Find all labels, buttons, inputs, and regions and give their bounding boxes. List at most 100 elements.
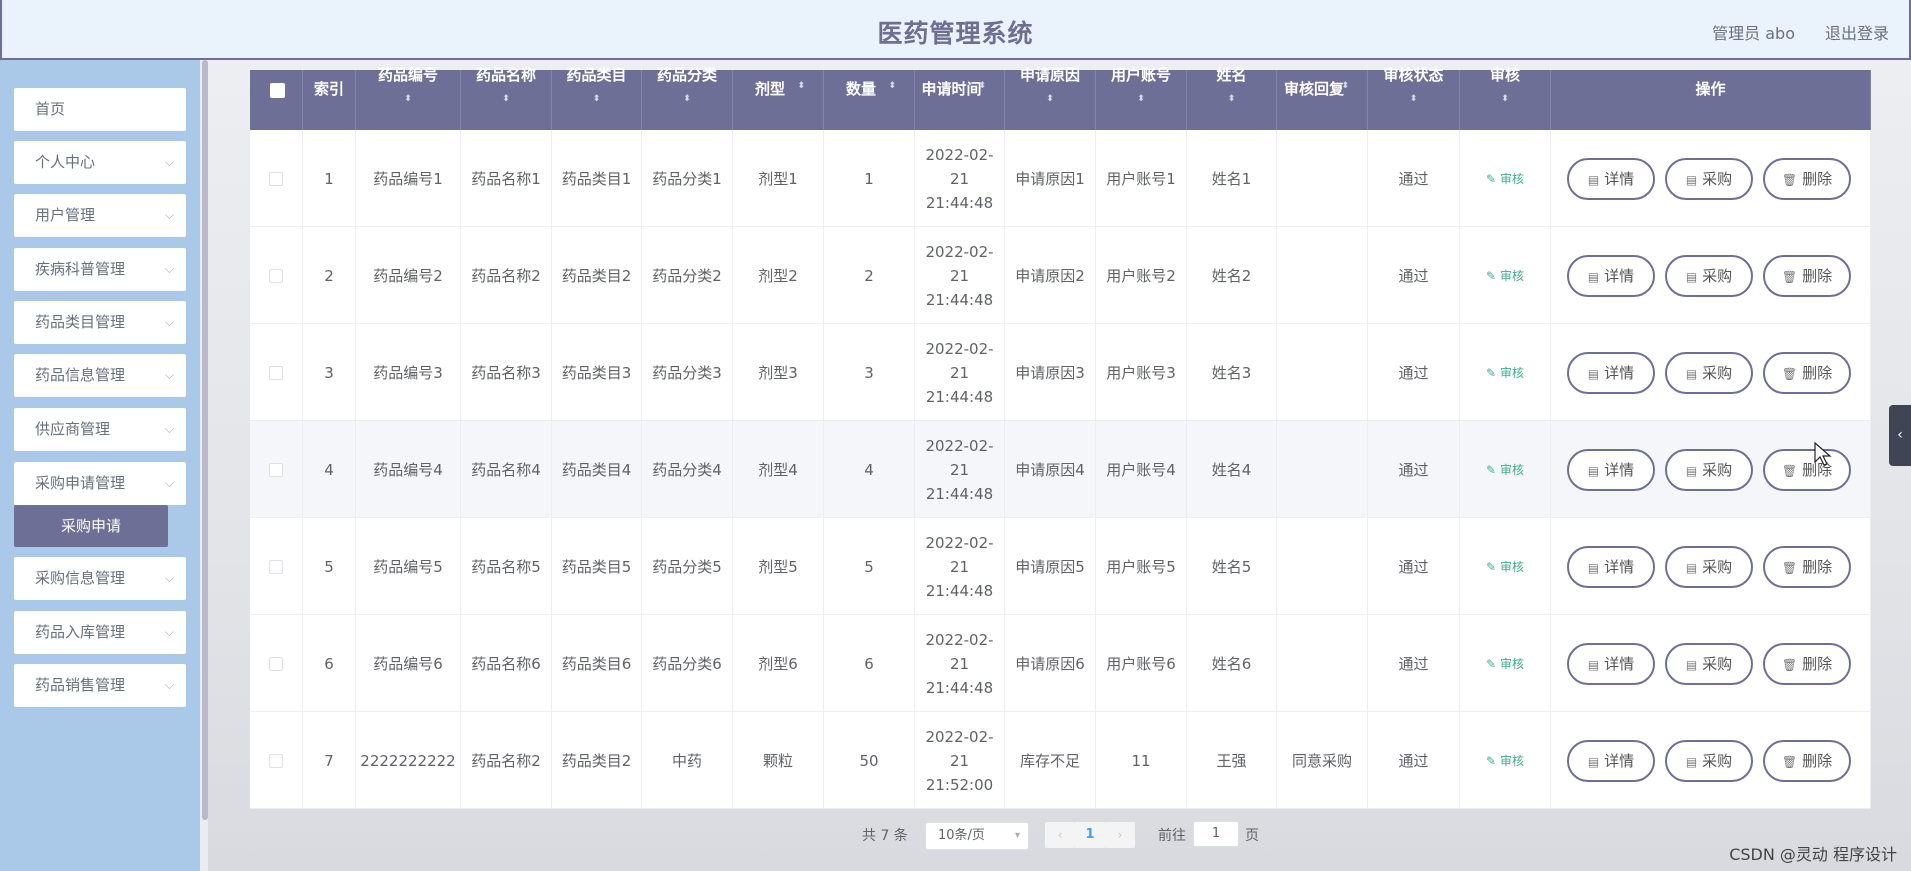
delete-button[interactable]: 🗑 删除 <box>1763 158 1851 200</box>
audit-link[interactable]: ✎ 审核 <box>1486 167 1524 191</box>
sort-icon[interactable]: ⬍ <box>461 94 551 104</box>
detail-button[interactable]: ▤ 详情 <box>1567 158 1655 200</box>
select-all-checkbox[interactable] <box>270 83 285 98</box>
sidebar-item-purchase-request-mgmt[interactable]: 采购申请管理 ⌵ <box>14 462 186 505</box>
delete-button[interactable]: 🗑 删除 <box>1763 643 1851 685</box>
th-reason[interactable]: 申请原因 ⬍ <box>1005 66 1096 130</box>
sidebar-subitem-purchase-request[interactable]: 采购申请 <box>14 505 168 547</box>
row-checkbox[interactable] <box>269 753 283 768</box>
th-code[interactable]: 药品编号 ⬍ <box>356 66 461 130</box>
audit-link[interactable]: ✎ 审核 <box>1486 458 1524 482</box>
sort-icon[interactable]: ⬍ <box>1341 81 1349 91</box>
sidebar-item-supplier-mgmt[interactable]: 供应商管理 ⌵ <box>14 408 186 451</box>
sidebar-item-personal-center[interactable]: 个人中心 ⌵ <box>14 141 186 184</box>
purchase-label: 采购 <box>1702 364 1733 382</box>
cell-qty: 1 <box>824 130 915 227</box>
table-row[interactable]: 1 药品编号1 药品名称1 药品类目1 药品分类1 剂型1 1 2022-02-21 21:4… <box>250 130 1871 227</box>
sidebar-item-home[interactable]: 首页 <box>14 88 186 131</box>
row-checkbox[interactable] <box>269 365 283 380</box>
table-row[interactable]: 3 药品编号3 药品名称3 药品类目3 药品分类3 剂型3 3 2022-02-21 21:4… <box>250 324 1871 421</box>
page-size-select[interactable]: 10条/页 ▾ <box>925 822 1029 850</box>
next-page-button[interactable]: › <box>1105 822 1135 848</box>
detail-button[interactable]: ▤ 详情 <box>1567 643 1655 685</box>
cell-qty: 5 <box>824 518 915 615</box>
detail-button[interactable]: ▤ 详情 <box>1567 740 1655 782</box>
audit-link[interactable]: ✎ 审核 <box>1486 749 1524 773</box>
logout-link[interactable]: 退出登录 <box>1825 20 1889 44</box>
detail-button[interactable]: ▤ 详情 <box>1567 352 1655 394</box>
purchase-button[interactable]: ▤ 采购 <box>1665 740 1753 782</box>
sidebar-item-disease-mgmt[interactable]: 疾病科普管理 ⌵ <box>14 248 186 291</box>
purchase-button[interactable]: ▤ 采购 <box>1665 546 1753 588</box>
th-status[interactable]: 审核状态 ⬍ <box>1368 66 1460 130</box>
sidebar-item-purchase-info-mgmt[interactable]: 采购信息管理 ⌵ <box>14 557 186 600</box>
sort-icon[interactable]: ⬍ <box>356 94 460 104</box>
detail-button[interactable]: ▤ 详情 <box>1567 255 1655 297</box>
sort-icon[interactable]: ⬍ <box>1005 94 1095 104</box>
table-row[interactable]: 6 药品编号6 药品名称6 药品类目6 药品分类6 剂型6 6 2022-02-21 21:4… <box>250 615 1871 712</box>
cell-person: 姓名6 <box>1187 615 1277 712</box>
purchase-button[interactable]: ▤ 采购 <box>1665 449 1753 491</box>
th-form[interactable]: 剂型 ⬍ <box>733 70 824 130</box>
drawer-toggle-button[interactable]: ‹ <box>1889 405 1911 466</box>
row-checkbox[interactable] <box>269 462 283 477</box>
th-account[interactable]: 用户账号 ⬍ <box>1096 66 1187 130</box>
delete-button[interactable]: 🗑 删除 <box>1763 740 1851 782</box>
cell-audit: ✎ 审核 <box>1460 227 1551 324</box>
sidebar-item-drug-sales-mgmt[interactable]: 药品销售管理 ⌵ <box>14 664 186 707</box>
sort-icon[interactable]: ⬍ <box>1460 94 1550 104</box>
goto-page-input[interactable]: 1 <box>1193 821 1239 847</box>
row-checkbox[interactable] <box>269 656 283 671</box>
sort-icon[interactable]: ⬍ <box>642 94 732 104</box>
th-qty[interactable]: 数量 ⬍ <box>824 70 915 130</box>
row-checkbox[interactable] <box>269 559 283 574</box>
sidebar-item-user-mgmt[interactable]: 用户管理 ⌵ <box>14 194 186 237</box>
cell-time: 2022-02-21 21:52:00 <box>915 712 1005 809</box>
cell-category: 药品类目6 <box>552 615 642 712</box>
sort-icon[interactable]: ⬍ <box>1096 94 1186 104</box>
prev-page-button[interactable]: ‹ <box>1045 822 1075 848</box>
delete-button[interactable]: 🗑 删除 <box>1763 546 1851 588</box>
document-icon: ▤ <box>1685 658 1698 672</box>
sort-icon[interactable]: ⬍ <box>1187 94 1276 104</box>
th-category[interactable]: 药品类目 ⬍ <box>552 66 642 130</box>
th-person[interactable]: 姓名 ⬍ <box>1187 66 1277 130</box>
sort-icon[interactable]: ⬍ <box>797 81 805 91</box>
sort-icon[interactable]: ⬍ <box>978 81 986 91</box>
purchase-button[interactable]: ▤ 采购 <box>1665 643 1753 685</box>
detail-button[interactable]: ▤ 详情 <box>1567 546 1655 588</box>
th-reply[interactable]: 审核回复 ⬍ <box>1277 70 1368 130</box>
audit-link[interactable]: ✎ 审核 <box>1486 555 1524 579</box>
sidebar-item-drug-category-mgmt[interactable]: 药品类目管理 ⌵ <box>14 301 186 344</box>
th-name[interactable]: 药品名称 ⬍ <box>461 66 552 130</box>
sidebar-item-label: 药品入库管理 <box>35 623 126 641</box>
table-row[interactable]: 4 药品编号4 药品名称4 药品类目4 药品分类4 剂型4 4 2022-02-21 21:4… <box>250 421 1871 518</box>
sidebar-item-drug-storage-mgmt[interactable]: 药品入库管理 ⌵ <box>14 611 186 654</box>
purchase-button[interactable]: ▤ 采购 <box>1665 352 1753 394</box>
table-row[interactable]: 7 2222222222 药品名称2 药品类目2 中药 颗粒 50 2022-02-21 21… <box>250 712 1871 809</box>
trash-icon: 🗑 <box>1781 173 1798 187</box>
sidebar-scrollbar[interactable] <box>202 60 208 820</box>
table-row[interactable]: 2 药品编号2 药品名称2 药品类目2 药品分类2 剂型2 2 2022-02-21 21:4… <box>250 227 1871 324</box>
th-audit[interactable]: 审核 ⬍ <box>1460 66 1551 130</box>
sidebar-item-drug-info-mgmt[interactable]: 药品信息管理 ⌵ <box>14 354 186 397</box>
purchase-button[interactable]: ▤ 采购 <box>1665 158 1753 200</box>
th-class[interactable]: 药品分类 ⬍ <box>642 66 733 130</box>
sort-icon[interactable]: ⬍ <box>1368 94 1459 104</box>
delete-button[interactable]: 🗑 删除 <box>1763 352 1851 394</box>
audit-link[interactable]: ✎ 审核 <box>1486 361 1524 385</box>
delete-button[interactable]: 🗑 删除 <box>1763 449 1851 491</box>
page-number-current[interactable]: 1 <box>1075 822 1105 848</box>
page-size-value: 10条/页 <box>938 828 985 843</box>
detail-button[interactable]: ▤ 详情 <box>1567 449 1655 491</box>
delete-button[interactable]: 🗑 删除 <box>1763 255 1851 297</box>
audit-link[interactable]: ✎ 审核 <box>1486 652 1524 676</box>
table-row[interactable]: 5 药品编号5 药品名称5 药品类目5 药品分类5 剂型5 5 2022-02-21 21:4… <box>250 518 1871 615</box>
audit-link[interactable]: ✎ 审核 <box>1486 264 1524 288</box>
row-checkbox[interactable] <box>269 268 283 283</box>
row-checkbox[interactable] <box>269 171 283 186</box>
sort-icon[interactable]: ⬍ <box>552 94 641 104</box>
purchase-button[interactable]: ▤ 采购 <box>1665 255 1753 297</box>
sort-icon[interactable]: ⬍ <box>888 81 896 91</box>
th-time[interactable]: 申请时间 ⬍ <box>915 70 1005 130</box>
